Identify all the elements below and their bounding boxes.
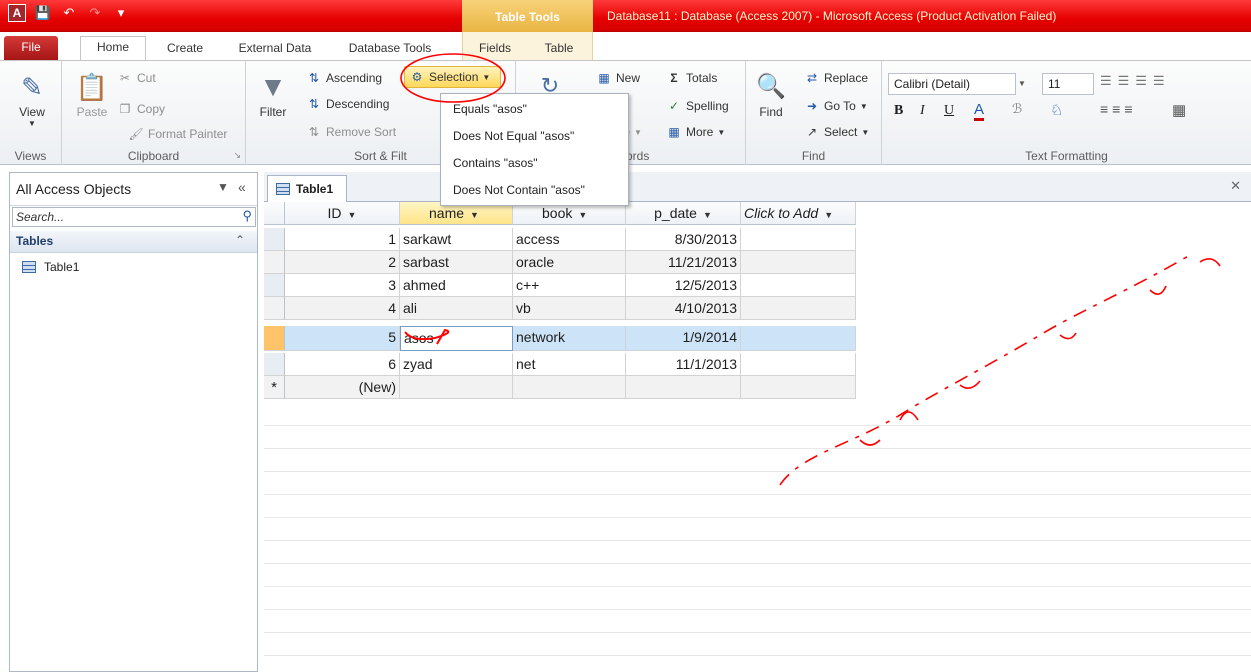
annotation-handwriting-icon xyxy=(779,254,1191,486)
annotation-handwriting-icon xyxy=(859,258,1221,446)
red-annotation-overlay xyxy=(400,53,1221,486)
annotation-circle-selection xyxy=(400,53,506,103)
annotation-underline-asos xyxy=(404,328,450,345)
